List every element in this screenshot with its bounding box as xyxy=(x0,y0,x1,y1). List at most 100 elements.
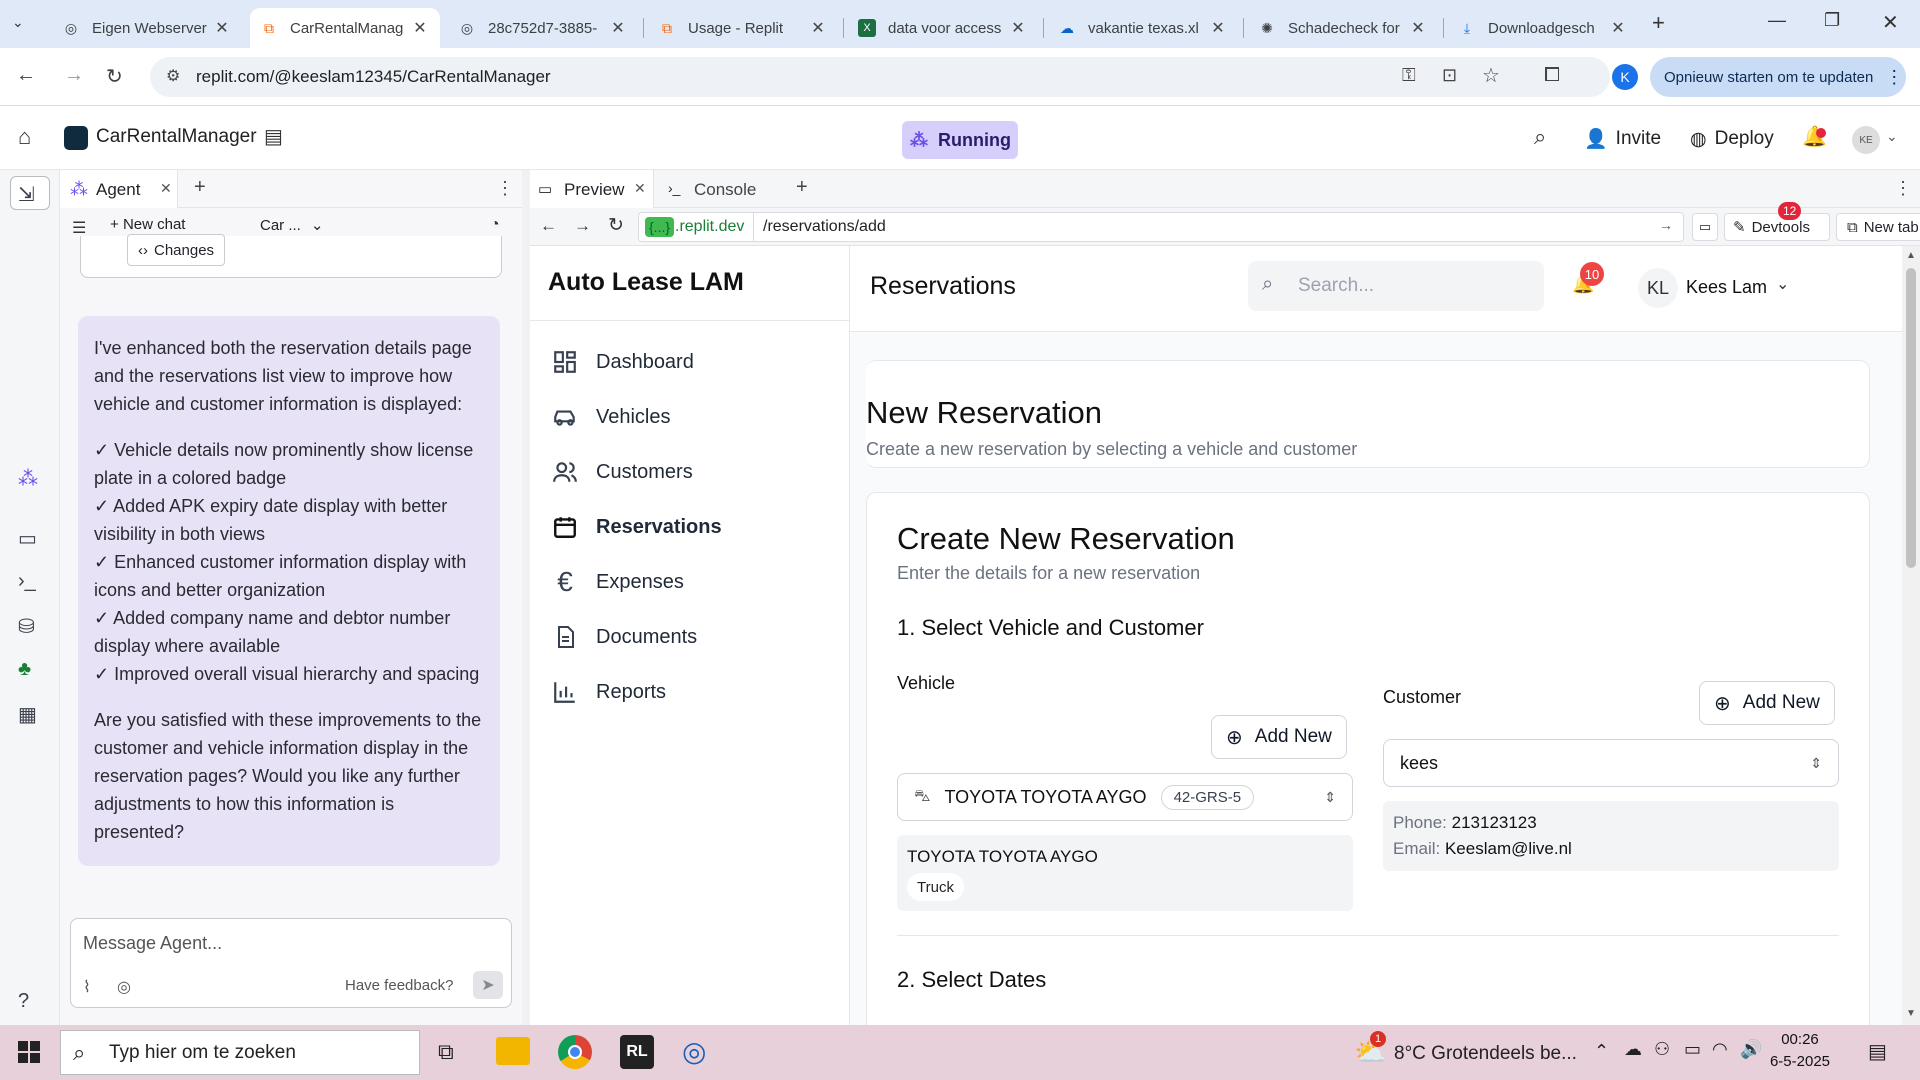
extensions-icon[interactable]: ⧠ xyxy=(1544,64,1560,87)
new-tab-plus-icon[interactable]: + xyxy=(194,176,206,199)
scroll-up-icon[interactable]: ▲ xyxy=(1906,250,1916,261)
browser-tab[interactable]: ⧉ Usage - Replit ✕ xyxy=(648,8,838,48)
user-menu-name[interactable]: Kees Lam xyxy=(1686,277,1767,298)
bookmark-star-icon[interactable]: ☆ xyxy=(1482,63,1500,88)
wifi-icon[interactable]: ◠ xyxy=(1712,1039,1728,1060)
reload-icon[interactable]: ↻ xyxy=(106,64,123,89)
nav-customers[interactable]: Customers xyxy=(550,452,693,492)
project-files-icon[interactable]: ▤ xyxy=(264,124,283,149)
url-omnibox[interactable]: ⚙ replit.com/@keeslam12345/CarRentalMana… xyxy=(150,57,1610,97)
browser-tab[interactable]: ✺ Schadecheck for ✕ xyxy=(1248,8,1438,48)
chat-history-list-icon[interactable]: ☰ xyxy=(72,218,86,238)
nav-expenses[interactable]: € Expenses xyxy=(550,562,684,602)
pane-resize-handle[interactable] xyxy=(522,170,530,1025)
new-tab-button[interactable]: ⧉ New tab xyxy=(1836,213,1920,241)
customer-select[interactable]: kees ⇕ xyxy=(1383,739,1839,787)
new-chat-button[interactable]: + New chat xyxy=(110,216,185,233)
close-icon[interactable]: ✕ xyxy=(410,18,430,38)
message-agent-input[interactable]: Message Agent... ⌇ ◎ Have feedback? ➤ xyxy=(70,918,512,1008)
devtools-button[interactable]: ✎ Devtools xyxy=(1724,213,1830,241)
feedback-link[interactable]: Have feedback? xyxy=(345,977,453,994)
nav-documents[interactable]: Documents xyxy=(550,617,697,657)
tree-icon[interactable]: ♣ xyxy=(18,658,31,681)
user-avatar[interactable]: KL xyxy=(1638,268,1678,308)
console-tab[interactable]: ›_ Console xyxy=(662,170,786,208)
taskbar-search-input[interactable]: ⌕ Typ hier om te zoeken xyxy=(60,1030,420,1075)
install-app-icon[interactable]: ⊡ xyxy=(1442,65,1457,86)
back-arrow-icon[interactable]: ← xyxy=(16,64,36,87)
scrollbar-thumb[interactable] xyxy=(1906,268,1916,568)
changes-button[interactable]: ‹› Changes xyxy=(127,234,226,266)
attach-paperclip-icon[interactable]: ⌇ xyxy=(83,977,91,997)
onedrive-tray-icon[interactable]: ☁ xyxy=(1624,1039,1642,1060)
invite-button[interactable]: 👤 Invite xyxy=(1574,120,1671,158)
close-icon[interactable]: ✕ xyxy=(160,180,172,197)
battery-icon[interactable]: ▭ xyxy=(1684,1039,1701,1060)
browser-tab[interactable]: ☁ vakantie texas.xl ✕ xyxy=(1048,8,1238,48)
go-arrow-icon[interactable]: → xyxy=(1659,217,1673,233)
more-vert-icon[interactable]: ⋮ xyxy=(1885,67,1903,88)
minimize-icon[interactable]: — xyxy=(1768,10,1786,31)
close-icon[interactable]: ✕ xyxy=(634,180,646,197)
deploy-button[interactable]: ◍ Deploy xyxy=(1680,120,1784,158)
task-view-icon[interactable]: ⧉ xyxy=(438,1039,454,1065)
preview-scrollbar[interactable]: ▲ ▼ xyxy=(1902,246,1920,1025)
update-browser-button[interactable]: Opnieuw starten om te updaten ⋮ xyxy=(1650,57,1906,97)
file-explorer-icon[interactable] xyxy=(496,1037,530,1065)
browser-tab[interactable]: ◎ Eigen Webserver ✕ xyxy=(52,8,242,48)
scroll-down-icon[interactable]: ▼ xyxy=(1906,1008,1916,1019)
chrome-icon[interactable] xyxy=(558,1035,592,1069)
tab-search-chevron-icon[interactable]: ⌄ xyxy=(12,14,24,31)
console-icon[interactable]: ›_ xyxy=(18,570,36,593)
close-icon[interactable]: ✕ xyxy=(212,18,232,38)
nav-reservations[interactable]: Reservations xyxy=(550,507,722,547)
rl-app-icon[interactable]: RL xyxy=(620,1035,654,1069)
restore-icon[interactable]: ❐ xyxy=(1824,10,1840,31)
nav-reports[interactable]: Reports xyxy=(550,672,666,712)
search-input[interactable]: ⌕ Search... xyxy=(1248,261,1544,311)
clock-date[interactable]: 6-5-2025 xyxy=(1760,1053,1840,1070)
close-icon[interactable]: ✕ xyxy=(608,18,628,38)
windows-start-icon[interactable] xyxy=(18,1041,40,1063)
more-vert-icon[interactable]: ⋮ xyxy=(496,178,514,199)
mention-target-icon[interactable]: ◎ xyxy=(117,977,131,997)
agent-tab[interactable]: ⁂ Agent ✕ xyxy=(60,170,178,208)
profile-avatar[interactable]: K xyxy=(1612,64,1638,90)
site-settings-icon[interactable]: ⚙ xyxy=(166,66,180,86)
device-toggle-icon[interactable]: ▭ xyxy=(1692,213,1718,241)
reload-icon[interactable]: ↻ xyxy=(608,214,624,237)
close-icon[interactable]: ✕ xyxy=(1008,18,1028,38)
forward-arrow-icon[interactable]: → xyxy=(574,216,591,236)
database-icon[interactable]: ⛁ xyxy=(18,614,35,639)
password-key-icon[interactable]: ⚿ xyxy=(1402,65,1416,86)
notification-center-icon[interactable]: ▤ xyxy=(1868,1039,1887,1064)
back-arrow-icon[interactable]: ← xyxy=(540,216,557,236)
weather-text[interactable]: 8°C Grotendeels be... xyxy=(1394,1043,1577,1065)
clock-time[interactable]: 00:26 xyxy=(1770,1031,1830,1048)
user-avatar[interactable]: KE xyxy=(1852,126,1880,154)
cursor-app-icon[interactable]: ◎ xyxy=(682,1035,706,1068)
home-icon[interactable]: ⌂ xyxy=(18,124,31,150)
help-icon[interactable]: ? xyxy=(18,990,29,1013)
preview-monitor-icon[interactable]: ▭ xyxy=(18,526,37,551)
browser-tab[interactable]: X data voor access ✕ xyxy=(848,8,1038,48)
chevron-down-icon[interactable]: ⌄ xyxy=(1776,274,1789,294)
chat-selector[interactable]: Car ... ⌄ xyxy=(260,216,323,234)
add-new-customer-button[interactable]: ⊕ Add New xyxy=(1699,681,1835,725)
browser-tab-active[interactable]: ⧉ CarRentalManag ✕ xyxy=(250,8,440,48)
search-icon[interactable]: ⌕ xyxy=(1534,124,1546,150)
speed-gauge-icon[interactable]: ◔ xyxy=(490,216,500,234)
camera-tray-icon[interactable]: ⚇ xyxy=(1654,1039,1670,1060)
send-icon[interactable]: ➤ xyxy=(473,971,503,999)
agent-icon[interactable]: ⁂ xyxy=(18,466,38,491)
preview-tab[interactable]: ▭ Preview ✕ xyxy=(530,170,654,208)
window-close-icon[interactable]: ✕ xyxy=(1882,10,1899,35)
project-name[interactable]: CarRentalManager xyxy=(96,126,257,148)
nav-vehicles[interactable]: Vehicles xyxy=(550,397,671,437)
close-icon[interactable]: ✕ xyxy=(808,18,828,38)
close-icon[interactable]: ✕ xyxy=(1408,18,1428,38)
tray-chevron-up-icon[interactable]: ⌃ xyxy=(1594,1041,1609,1062)
chevron-down-icon[interactable]: ⌄ xyxy=(1886,128,1898,145)
close-icon[interactable]: ✕ xyxy=(1208,18,1228,38)
preview-url-input[interactable]: {...} .replit.dev /reservations/add → xyxy=(638,212,1684,242)
